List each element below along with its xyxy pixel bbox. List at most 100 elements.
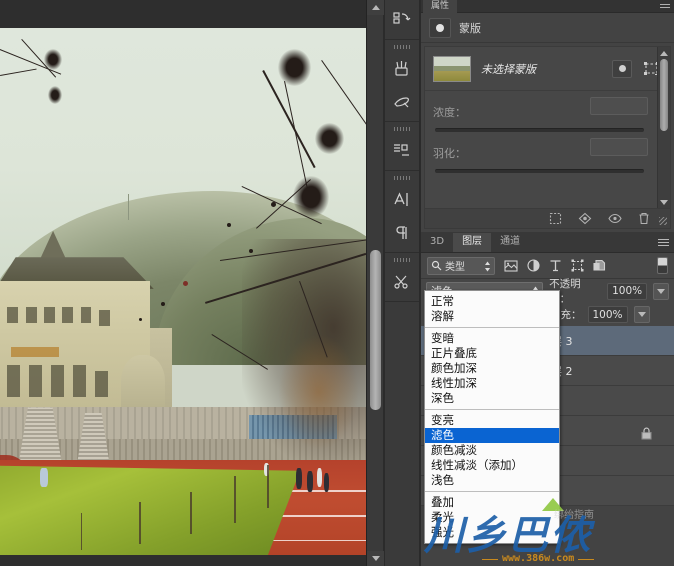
add-pixel-mask-button[interactable]	[612, 59, 632, 78]
filter-enable-toggle[interactable]	[657, 257, 668, 274]
menu-item-darker-color[interactable]: 深色	[425, 391, 559, 406]
tool-group-grip	[394, 258, 410, 262]
scroll-up-arrow[interactable]	[367, 0, 384, 15]
layers-panel-menu-icon[interactable]	[658, 239, 669, 246]
photo-fence-post	[234, 475, 236, 524]
feather-slider-row[interactable]: 羽化：	[425, 132, 670, 173]
scroll-up-arrow[interactable]	[658, 47, 670, 59]
brush-tool[interactable]	[385, 52, 418, 85]
canvas-scroll-thumb[interactable]	[370, 250, 381, 410]
properties-scroll-thumb[interactable]	[660, 59, 668, 131]
fill-value-field[interactable]: 100%	[587, 306, 628, 323]
photo-bud	[139, 317, 143, 321]
blend-mode-dropdown[interactable]: 正常 溶解 变暗 正片叠底 颜色加深 线性加深 深色 变亮 滤色 颜色减淡 线性…	[424, 290, 560, 544]
tab-channels[interactable]: 通道	[491, 233, 529, 252]
menu-item-linear-burn[interactable]: 线性加深	[425, 376, 559, 391]
properties-tabbar[interactable]: 属性	[421, 0, 674, 13]
menu-item-color-burn[interactable]: 颜色加深	[425, 361, 559, 376]
feather-value-field[interactable]	[590, 138, 648, 156]
photo-window	[25, 307, 37, 324]
eraser-tool[interactable]	[385, 85, 418, 118]
lock-icon	[641, 425, 652, 444]
trash-icon[interactable]	[638, 212, 650, 225]
photo-runner	[323, 473, 330, 493]
scroll-down-arrow[interactable]	[658, 196, 670, 208]
filter-type-label: 类型	[445, 262, 465, 273]
tool-group-grip	[394, 45, 410, 49]
mask-thumbnail[interactable]	[433, 55, 471, 82]
feather-slider-track[interactable]	[435, 169, 644, 173]
menu-item-dissolve[interactable]: 溶解	[425, 309, 559, 324]
canvas-vertical-scrollbar[interactable]	[366, 0, 384, 566]
tab-properties[interactable]: 属性	[423, 0, 458, 13]
tool-strip[interactable]	[385, 0, 420, 566]
photo-window	[98, 309, 110, 326]
selection-icon[interactable]	[549, 212, 562, 225]
menu-item-normal[interactable]: 正常	[425, 294, 559, 309]
photo-bud	[270, 201, 276, 207]
dropdown-group-darken: 变暗 正片叠底 颜色加深 线性加深 深色	[425, 328, 559, 410]
tab-layers[interactable]: 图层	[453, 233, 492, 252]
tool-group-3d	[385, 0, 419, 40]
properties-scrollbar[interactable]	[657, 47, 670, 208]
menu-item-multiply[interactable]: 正片叠底	[425, 346, 559, 361]
menu-item-soft-light[interactable]: 柔光	[425, 510, 559, 525]
3d-rotate-tool[interactable]	[385, 3, 418, 36]
tool-group-grip	[394, 127, 410, 131]
filter-type-select[interactable]: 类型	[427, 256, 495, 275]
tool-group-edit	[385, 253, 419, 302]
opacity-dropdown-button[interactable]	[653, 282, 669, 300]
feather-label: 羽化：	[433, 147, 466, 160]
menu-item-hard-light[interactable]: 强光	[425, 525, 559, 540]
adjustment-filter-icon[interactable]	[527, 259, 540, 272]
canvas-area[interactable]	[0, 0, 384, 566]
shape-filter-icon[interactable]	[571, 259, 584, 272]
panel-menu-icon[interactable]	[660, 4, 670, 10]
type-filter-icon[interactable]	[549, 259, 562, 272]
dropdown-group-normal: 正常 溶解	[425, 291, 559, 328]
pixel-filter-icon[interactable]	[504, 259, 518, 272]
density-value-field[interactable]	[590, 97, 648, 115]
tab-3d[interactable]: 3D	[421, 233, 453, 252]
density-slider-row[interactable]: 浓度：	[425, 91, 670, 132]
photo-fence-post	[139, 502, 141, 545]
menu-item-lighter-color[interactable]: 浅色	[425, 473, 559, 488]
tool-group-stamp	[385, 122, 419, 171]
pixel-mask-icon[interactable]	[429, 17, 451, 38]
paragraph-tool[interactable]	[385, 216, 418, 249]
scroll-down-arrow[interactable]	[367, 551, 384, 566]
photo-autumn-foliage	[278, 333, 359, 450]
photo-bud	[226, 222, 231, 227]
type-tool[interactable]	[385, 183, 418, 216]
photo-bud	[183, 280, 188, 286]
menu-item-screen[interactable]: 滤色	[425, 428, 559, 443]
smart-object-filter-icon[interactable]	[593, 259, 606, 272]
fill-dropdown-button[interactable]	[633, 306, 650, 323]
menu-item-color-dodge[interactable]: 颜色减淡	[425, 443, 559, 458]
photo-bud-cluster	[278, 49, 312, 86]
panel-dock: 属性 蒙版 未选择蒙版 浓度： 羽化： 3D 图层 通道 类型 不透明 ： 10…	[421, 0, 674, 566]
opacity-value-field[interactable]: 100%	[607, 282, 648, 300]
masks-panel-footer	[424, 209, 671, 229]
watermark-url: www.386w.com	[481, 553, 595, 564]
menu-item-linear-dodge[interactable]: 线性减淡（添加）	[425, 458, 559, 473]
scissors-tool[interactable]	[385, 265, 418, 298]
menu-item-lighten[interactable]: 变亮	[425, 413, 559, 428]
menu-item-darken[interactable]: 变暗	[425, 331, 559, 346]
mask-apply-icon[interactable]	[578, 212, 592, 225]
tool-group-grip	[394, 176, 410, 180]
visibility-icon[interactable]	[608, 213, 622, 224]
photo-antenna	[128, 194, 130, 221]
photo-window	[43, 307, 55, 324]
layers-tabbar[interactable]: 3D 图层 通道	[421, 232, 674, 253]
document-photo[interactable]	[0, 28, 366, 555]
gradient-tool[interactable]	[385, 134, 418, 167]
menu-item-overlay[interactable]: 叠加	[425, 495, 559, 510]
photo-runner	[296, 468, 303, 490]
masks-panel-title: 蒙版	[459, 21, 481, 35]
panel-resize-grip[interactable]	[659, 217, 667, 225]
photo-building-annex	[120, 354, 165, 413]
photo-window	[80, 307, 92, 324]
layers-filter-bar[interactable]: 类型	[421, 253, 674, 279]
mask-item-row[interactable]: 未选择蒙版	[425, 47, 670, 91]
